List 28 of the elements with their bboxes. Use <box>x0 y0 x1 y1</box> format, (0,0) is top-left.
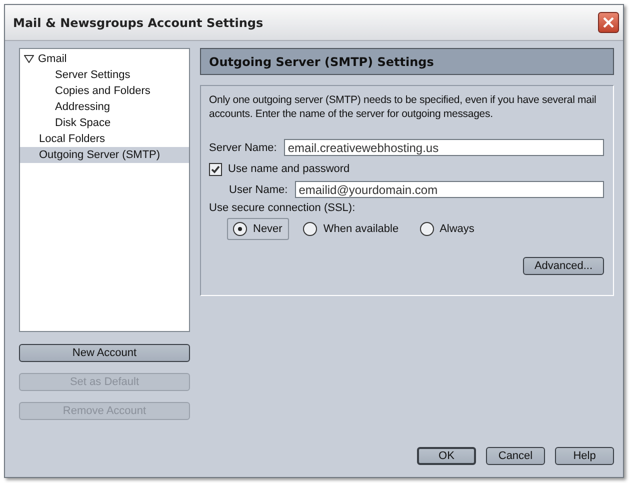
use-auth-checkbox[interactable]: Use name and password <box>209 160 604 178</box>
tree-item[interactable]: Copies and Folders <box>20 83 189 99</box>
description-text: Only one outgoing server (SMTP) needs to be specified, even if you have several mail accounts. Enter the name of the server for outgoing messages. <box>209 93 598 121</box>
ssl-radio-option[interactable]: When available <box>297 218 406 240</box>
tree-item[interactable]: Server Settings <box>20 67 189 83</box>
server-name-field[interactable]: email.creativewebhosting.us <box>284 139 604 156</box>
tree-item[interactable]: Disk Space <box>20 115 189 131</box>
close-button[interactable] <box>598 12 619 33</box>
tree-item[interactable]: Local Folders <box>20 131 189 147</box>
expand-triangle-icon[interactable] <box>24 55 34 63</box>
dialog-button[interactable]: OK <box>417 447 476 465</box>
ssl-radio-option[interactable]: Never <box>227 218 290 240</box>
field-label: User Name: <box>229 184 288 196</box>
tree-item[interactable]: Gmail <box>20 51 189 67</box>
window-title: Mail & Newsgroups Account Settings <box>13 16 264 30</box>
ssl-radio-option[interactable]: Always <box>414 218 482 240</box>
dialog-button[interactable]: Help <box>555 447 614 465</box>
field-label: Server Name: <box>209 142 277 154</box>
account-button[interactable]: New Account <box>19 344 190 362</box>
tree-item[interactable]: Addressing <box>20 99 189 115</box>
user-name-field[interactable]: emailid@yourdomain.com <box>294 181 604 198</box>
dialog-button[interactable]: Cancel <box>486 447 545 465</box>
panel-title: Outgoing Server (SMTP) Settings <box>209 54 434 68</box>
checkbox-icon[interactable] <box>209 162 222 176</box>
ssl-label: Use secure connection (SSL): <box>209 202 356 214</box>
tree-item[interactable]: Outgoing Server (SMTP) <box>20 147 189 163</box>
advanced-button[interactable]: Advanced... <box>523 257 604 275</box>
close-icon <box>602 16 615 29</box>
